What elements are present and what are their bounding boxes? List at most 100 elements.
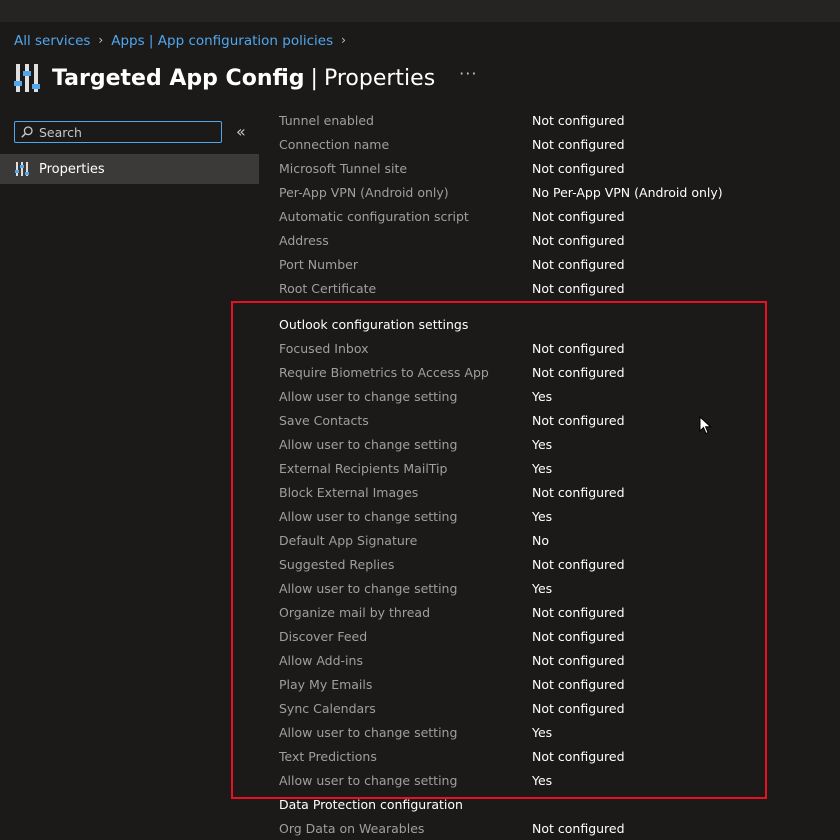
property-label: Allow user to change setting	[279, 508, 458, 524]
property-label: Discover Feed	[279, 628, 368, 644]
property-label: Sync Calendars	[279, 700, 376, 716]
property-row: Org Data on Wearables Not configured	[279, 816, 819, 840]
page-subtitle: Properties	[323, 65, 436, 91]
property-value: Yes	[532, 508, 553, 524]
page-header: Targeted App Config | Properties ···	[14, 60, 477, 96]
property-row: Allow user to change setting Yes	[279, 768, 819, 792]
property-value: Not configured	[532, 160, 625, 176]
property-row: Sync Calendars Not configured	[279, 696, 819, 720]
property-row: Allow user to change setting Yes	[279, 504, 819, 528]
breadcrumb-all-services[interactable]: All services	[14, 33, 90, 49]
property-value: Not configured	[532, 604, 625, 620]
vpn-settings-group: Tunnel enabled Not configured Connection n…	[279, 108, 819, 300]
property-label: Address	[279, 232, 329, 248]
property-row: Allow user to change setting Yes	[279, 432, 819, 456]
property-value: Not configured	[532, 412, 625, 428]
collapse-sidebar-button[interactable]: «	[236, 124, 246, 140]
property-row: Port Number Not configured	[279, 252, 819, 276]
property-label: Save Contacts	[279, 412, 369, 428]
property-row: Organize mail by thread Not configured	[279, 600, 819, 624]
property-row: Discover Feed Not configured	[279, 624, 819, 648]
data-protection-section-title: Data Protection configuration	[279, 796, 463, 812]
property-value: Not configured	[532, 748, 625, 764]
property-label: External Recipients MailTip	[279, 460, 448, 476]
property-value: Not configured	[532, 340, 625, 356]
property-row: Block External Images Not configured	[279, 480, 819, 504]
property-label: Automatic configuration script	[279, 208, 469, 224]
page-title-main: Targeted App Config	[52, 65, 305, 91]
property-value: Not configured	[532, 700, 625, 716]
property-value: Yes	[532, 460, 553, 476]
property-value: Not configured	[532, 628, 625, 644]
property-row: Address Not configured	[279, 228, 819, 252]
chevron-right-icon: ›	[341, 33, 346, 47]
property-value: Yes	[532, 580, 553, 596]
property-label: Root Certificate	[279, 280, 377, 296]
property-label: Focused Inbox	[279, 340, 369, 356]
property-label: Port Number	[279, 256, 358, 272]
property-value: Not configured	[532, 280, 625, 296]
property-value: Yes	[532, 772, 553, 788]
property-row: Automatic configuration script Not config…	[279, 204, 819, 228]
property-label: Allow user to change setting	[279, 724, 458, 740]
properties-list: Tunnel enabled Not configured Connection n…	[279, 108, 819, 840]
property-row: Allow user to change setting Yes	[279, 576, 819, 600]
property-value: Yes	[532, 388, 553, 404]
title-separator: |	[310, 65, 318, 91]
property-row: Focused Inbox Not configured	[279, 336, 819, 360]
property-value: No	[532, 532, 549, 548]
property-row: Root Certificate Not configured	[279, 276, 819, 300]
property-value: Not configured	[532, 364, 625, 380]
sliders-icon	[14, 64, 40, 92]
search-input[interactable]	[39, 124, 199, 140]
property-label: Allow Add-ins	[279, 652, 363, 668]
mouse-cursor-icon	[699, 416, 712, 435]
page-title: Targeted App Config | Properties	[52, 66, 435, 91]
property-row: Save Contacts Not configured	[279, 408, 819, 432]
property-label: Block External Images	[279, 484, 419, 500]
outlook-section-title: Outlook configuration settings	[279, 316, 469, 332]
property-value: Not configured	[532, 208, 625, 224]
more-options-icon[interactable]: ···	[459, 64, 477, 83]
property-label: Default App Signature	[279, 532, 418, 548]
sidebar-item-label: Properties	[39, 161, 105, 177]
property-value: Not configured	[532, 652, 625, 668]
property-value: Not configured	[532, 820, 625, 836]
property-row: Require Biometrics to Access App Not conf…	[279, 360, 819, 384]
search-icon	[21, 126, 33, 138]
property-label: Connection name	[279, 136, 390, 152]
property-row: Play My Emails Not configured	[279, 672, 819, 696]
property-label: Organize mail by thread	[279, 604, 431, 620]
property-row: Allow user to change setting Yes	[279, 384, 819, 408]
breadcrumb-app-config-policies[interactable]: Apps | App configuration policies	[111, 33, 333, 49]
property-value: Not configured	[532, 676, 625, 692]
property-value: Yes	[532, 436, 553, 452]
property-label: Allow user to change setting	[279, 580, 458, 596]
sidebar-item-properties[interactable]: Properties	[0, 154, 259, 184]
breadcrumb: All services › Apps | App configuration …	[14, 32, 354, 50]
search-box[interactable]	[14, 121, 222, 143]
property-label: Suggested Replies	[279, 556, 395, 572]
property-row: Default App Signature No	[279, 528, 819, 552]
property-label: Allow user to change setting	[279, 436, 458, 452]
property-value: Not configured	[532, 256, 625, 272]
property-row: Tunnel enabled Not configured	[279, 108, 819, 132]
property-value: Not configured	[532, 484, 625, 500]
property-row: Allow Add-ins Not configured	[279, 648, 819, 672]
property-label: Microsoft Tunnel site	[279, 160, 408, 176]
property-label: Per-App VPN (Android only)	[279, 184, 449, 200]
property-row: Text Predictions Not configured	[279, 744, 819, 768]
property-row: Per-App VPN (Android only) No Per-App VPN…	[279, 180, 819, 204]
property-value: Not configured	[532, 556, 625, 572]
property-row: Allow user to change setting Yes	[279, 720, 819, 744]
property-value: Not configured	[532, 232, 625, 248]
property-label: Allow user to change setting	[279, 772, 458, 788]
property-row: Suggested Replies Not configured	[279, 552, 819, 576]
data-protection-settings-group: Org Data on Wearables Not configured	[279, 816, 819, 840]
property-value: Not configured	[532, 136, 625, 152]
property-label: Text Predictions	[279, 748, 377, 764]
property-value: No Per-App VPN (Android only)	[532, 184, 723, 200]
chevron-right-icon: ›	[98, 33, 104, 47]
property-label: Allow user to change setting	[279, 388, 458, 404]
property-label: Org Data on Wearables	[279, 820, 425, 836]
